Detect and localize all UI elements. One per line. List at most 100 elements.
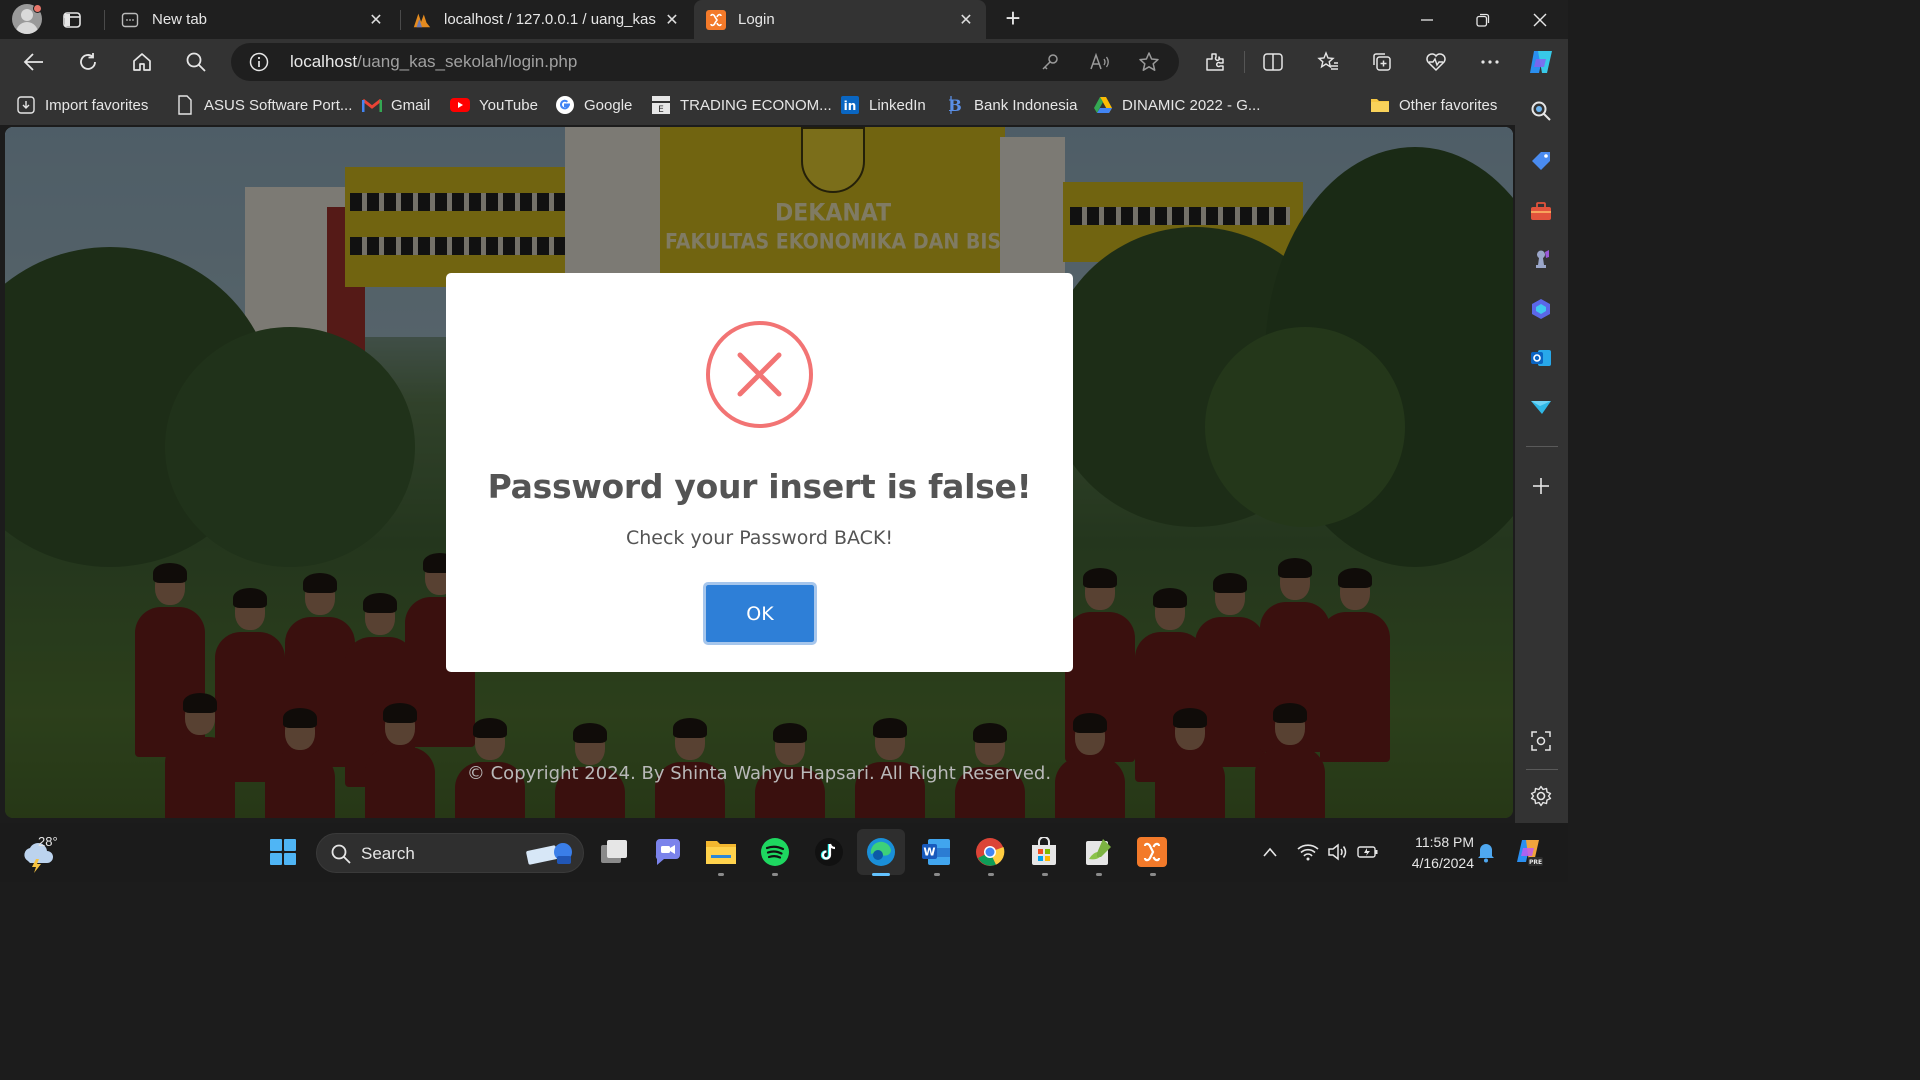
volume-icon[interactable] <box>1326 840 1350 864</box>
sidebar-search-icon[interactable] <box>1528 98 1554 124</box>
sidebar-settings-icon[interactable] <box>1528 783 1554 809</box>
favorite-dinamic[interactable]: DINAMIC 2022 - G... <box>1093 93 1260 117</box>
edge-browser-icon[interactable] <box>857 829 905 875</box>
spotify-icon[interactable] <box>758 835 792 869</box>
close-tab-icon[interactable]: ✕ <box>662 10 682 30</box>
url-path: /uang_kas_sekolah/login.php <box>357 52 578 71</box>
clock-date: 4/16/2024 <box>1411 855 1474 871</box>
microsoft-365-icon[interactable] <box>1528 296 1554 322</box>
clock-time: 11:58 PM <box>1415 834 1474 850</box>
search-icon <box>330 843 352 865</box>
close-tab-icon[interactable]: ✕ <box>366 10 386 30</box>
weather-temperature: 28° <box>38 834 58 849</box>
battery-icon[interactable] <box>1356 840 1380 864</box>
tab-title: Login <box>738 11 775 28</box>
notification-dot <box>33 4 42 13</box>
favorite-gmail[interactable]: Gmail <box>362 93 430 117</box>
favorite-linkedin[interactable]: in LinkedIn <box>840 93 926 117</box>
google-drive-icon <box>1093 95 1113 115</box>
split-screen-icon[interactable] <box>1258 47 1288 77</box>
favorite-asus[interactable]: ASUS Software Port... <box>175 93 352 117</box>
chevron-up-icon[interactable] <box>1258 840 1282 864</box>
extensions-icon[interactable] <box>1200 47 1230 77</box>
outlook-icon[interactable] <box>1528 345 1554 371</box>
word-icon[interactable]: W <box>919 835 953 869</box>
windows-taskbar: 28° Search W 11:58 PM 4/16/2024 PRE <box>0 823 1568 882</box>
site-info-icon[interactable] <box>249 52 269 72</box>
favorite-label: YouTube <box>479 96 538 114</box>
ok-button[interactable]: OK <box>703 582 817 645</box>
new-tab-page-icon <box>120 10 140 30</box>
tab-login[interactable]: Login ✕ <box>694 0 986 39</box>
other-favorites[interactable]: Other favorites <box>1370 93 1497 117</box>
import-icon <box>16 95 36 115</box>
close-tab-icon[interactable]: ✕ <box>956 10 976 30</box>
favorite-label: Bank Indonesia <box>974 96 1078 114</box>
other-favorites-label: Other favorites <box>1399 96 1498 114</box>
tab-title: New tab <box>152 11 208 28</box>
favorite-google[interactable]: Google <box>555 93 632 117</box>
browser-essentials-icon[interactable] <box>1421 47 1451 77</box>
wifi-icon[interactable] <box>1296 840 1320 864</box>
search-icon[interactable] <box>181 47 211 77</box>
shopping-tag-icon[interactable] <box>1528 148 1554 174</box>
collections-icon[interactable] <box>1367 47 1397 77</box>
task-view-icon[interactable] <box>597 835 631 869</box>
system-clock[interactable]: 11:58 PM 4/16/2024 <box>1392 832 1474 874</box>
read-aloud-icon[interactable] <box>1088 50 1112 74</box>
new-tab-button[interactable]: + <box>1000 5 1026 32</box>
chrome-icon[interactable] <box>973 835 1007 869</box>
drop-send-icon[interactable] <box>1528 394 1554 420</box>
favorite-trading-economics[interactable]: E TRADING ECONOM... <box>651 93 832 117</box>
phpmyadmin-icon <box>412 10 432 30</box>
favorite-label: Import favorites <box>45 96 149 114</box>
file-explorer-icon[interactable] <box>704 835 738 869</box>
add-sidebar-app-icon[interactable] <box>1528 473 1554 499</box>
games-chess-icon[interactable] <box>1528 246 1554 272</box>
teams-chat-icon[interactable] <box>650 835 684 869</box>
screenshot-icon[interactable] <box>1528 728 1554 754</box>
folder-icon <box>1370 95 1390 115</box>
tab-new-tab[interactable]: New tab ✕ <box>120 0 396 39</box>
tiktok-icon[interactable] <box>812 835 846 869</box>
search-placeholder: Search <box>361 844 415 863</box>
xampp-taskbar-icon[interactable] <box>1135 835 1169 869</box>
tab-phpmyadmin[interactable]: localhost / 127.0.0.1 / uang_kas ✕ <box>412 0 692 39</box>
back-icon[interactable] <box>19 47 49 77</box>
favorite-import[interactable]: Import favorites <box>16 93 148 117</box>
svg-text:in: in <box>844 99 857 113</box>
favorite-bank-indonesia[interactable]: B Bank Indonesia <box>945 93 1077 117</box>
home-icon[interactable] <box>127 47 157 77</box>
trading-economics-icon: E <box>651 95 671 115</box>
start-button[interactable] <box>266 835 300 869</box>
favorite-label: TRADING ECONOM... <box>680 96 832 114</box>
restore-button[interactable] <box>1455 0 1511 39</box>
minimize-button[interactable] <box>1399 0 1455 39</box>
taskbar-search[interactable]: Search <box>316 833 584 873</box>
microsoft-store-icon[interactable] <box>1027 835 1061 869</box>
copilot-preview-icon[interactable]: PRE <box>1513 836 1545 868</box>
svg-text:W: W <box>923 846 935 859</box>
error-x-icon <box>705 320 814 429</box>
copilot-icon[interactable] <box>1525 46 1557 78</box>
tab-actions-icon[interactable] <box>58 6 86 34</box>
favorite-youtube[interactable]: YouTube <box>450 93 538 117</box>
weather-widget[interactable]: 28° <box>20 833 64 873</box>
favorite-label: LinkedIn <box>869 96 926 114</box>
svg-text:E: E <box>658 105 664 115</box>
notification-bell-icon[interactable] <box>1474 840 1498 864</box>
linkedin-icon: in <box>840 95 860 115</box>
favorites-icon[interactable] <box>1313 47 1343 77</box>
refresh-icon[interactable] <box>73 47 103 77</box>
more-options-icon[interactable] <box>1475 47 1505 77</box>
document-icon <box>175 95 195 115</box>
favorite-label: Gmail <box>391 96 431 114</box>
favorite-star-icon[interactable] <box>1137 50 1161 74</box>
address-bar[interactable]: localhost/uang_kas_sekolah/login.php <box>231 43 1179 81</box>
url-text[interactable]: localhost/uang_kas_sekolah/login.php <box>290 52 577 72</box>
alert-title: Password your insert is false! <box>487 467 1032 506</box>
notepad-plus-plus-icon[interactable] <box>1081 835 1115 869</box>
close-window-button[interactable] <box>1512 0 1568 39</box>
tools-briefcase-icon[interactable] <box>1528 198 1554 224</box>
password-key-icon[interactable] <box>1038 50 1062 74</box>
